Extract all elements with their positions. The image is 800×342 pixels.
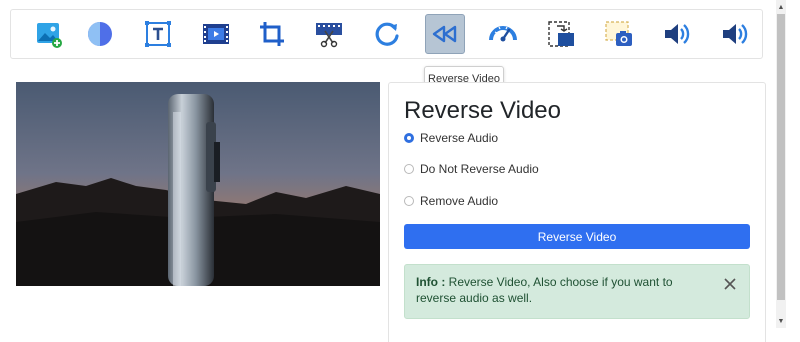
scroll-down-icon[interactable]: ▼ [776,316,786,326]
tool-speed[interactable] [483,14,523,54]
panel-title: Reverse Video [404,97,561,124]
info-prefix: Info : [416,275,446,289]
tool-volume-1[interactable] [656,14,696,54]
tool-text[interactable] [138,14,178,54]
color-filter-icon [88,22,112,46]
tool-volume-2[interactable] [714,14,754,54]
tool-add-image[interactable] [29,14,69,54]
info-text: Reverse Video, Also choose if you want t… [416,275,673,305]
resize-icon [548,21,574,47]
option-label: Do Not Reverse Audio [420,162,539,176]
tool-screenshot[interactable] [599,14,639,54]
tool-cut-video[interactable] [309,14,349,54]
cut-video-icon [316,23,342,48]
option-label: Reverse Audio [420,131,499,145]
text-icon [145,21,171,47]
add-image-icon [37,23,62,48]
option-do-not-reverse-audio[interactable]: Do Not Reverse Audio [404,160,539,178]
radio-button[interactable] [404,196,414,206]
scroll-up-icon[interactable]: ▲ [776,2,786,12]
speedometer-icon [489,26,517,42]
radio-button-checked[interactable] [404,133,414,143]
tool-reverse-video[interactable] [425,14,465,54]
volume-icon [665,24,690,44]
info-alert: Info : Reverse Video, Also choose if you… [404,264,750,319]
tool-film[interactable] [196,14,236,54]
reverse-video-button[interactable]: Reverse Video [404,224,750,249]
close-icon[interactable] [723,277,737,291]
reverse-video-icon [432,25,457,43]
option-remove-audio[interactable]: Remove Audio [404,192,498,210]
radio-button[interactable] [404,164,414,174]
film-icon [203,24,229,44]
tool-rotate[interactable] [367,14,407,54]
rotate-icon [375,22,399,46]
crop-icon [260,22,284,46]
tool-color-filter[interactable] [80,14,120,54]
option-reverse-audio[interactable]: Reverse Audio [404,129,498,147]
video-frame-image [16,82,380,286]
volume-icon [723,24,748,44]
video-preview[interactable] [16,82,380,286]
tool-resize[interactable] [541,14,581,54]
editor-toolbar [10,9,763,59]
tool-crop[interactable] [252,14,292,54]
screenshot-camera-icon [605,21,632,46]
reverse-settings-panel: Reverse Video Reverse Audio Do Not Rever… [388,82,766,342]
scrollbar-thumb[interactable] [777,14,785,300]
option-label: Remove Audio [420,194,499,208]
vertical-scrollbar[interactable]: ▲ ▼ [776,0,786,328]
